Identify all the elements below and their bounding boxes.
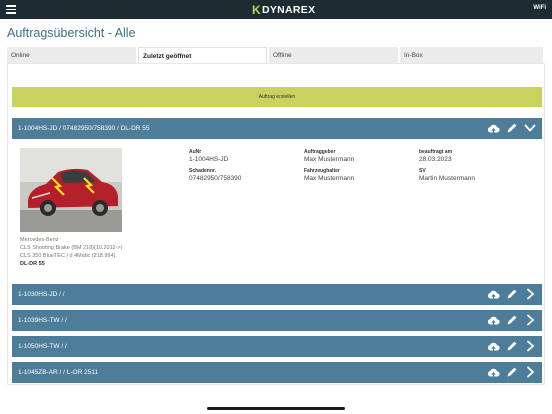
order-title: 1-1004HS-JD / 07482950/758390 / DL-DR 55 bbox=[18, 125, 150, 132]
vehicle-model: CLS Shooting Brake (BM 218)(10.2012->) bbox=[20, 245, 123, 251]
field-schadennr: Schadennr. 07482950/758390 bbox=[189, 168, 242, 182]
page-title: Auftragsübersicht - Alle bbox=[7, 26, 136, 40]
edit-pencil-icon[interactable] bbox=[506, 340, 518, 352]
vehicle-make: Mercedes-Benz bbox=[20, 237, 59, 243]
top-bar: K DYNAREX WiFi bbox=[0, 0, 552, 19]
tab-content: Auftrag erstellen 1-1004HS-JD / 07482950… bbox=[7, 63, 545, 385]
order-header[interactable]: 1-1045ZB-AR / / L-OR 2511 bbox=[12, 362, 542, 383]
home-indicator[interactable] bbox=[207, 407, 345, 410]
create-order-button[interactable]: Auftrag erstellen bbox=[12, 87, 542, 107]
chevron-down-icon[interactable] bbox=[524, 122, 536, 134]
order-title: 1-1050HS-TW / / bbox=[18, 343, 67, 350]
order-detail: Mercedes-Benz CLS Shooting Brake (BM 218… bbox=[12, 140, 542, 278]
order-header[interactable]: 1-1039HS-TW / / bbox=[12, 310, 542, 331]
tab-zuletzt-geoeffnet[interactable]: Zuletzt geöffnet bbox=[138, 47, 267, 63]
field-auftraggeber: Auftraggeber Max Mustermann bbox=[304, 149, 355, 163]
chevron-right-icon[interactable] bbox=[524, 288, 536, 300]
vehicle-variant: CLS 350 BlueTEC / d 4Matic (218.994) bbox=[20, 253, 116, 259]
chevron-right-icon[interactable] bbox=[524, 314, 536, 326]
menu-icon[interactable] bbox=[6, 5, 16, 14]
wifi-status: WiFi bbox=[533, 5, 546, 11]
order-header[interactable]: 1-1050HS-TW / / bbox=[12, 336, 542, 357]
edit-pencil-icon[interactable] bbox=[506, 288, 518, 300]
vehicle-info: Mercedes-Benz CLS Shooting Brake (BM 218… bbox=[20, 236, 123, 268]
field-fahrzeughalter: Fahrzeughalter Max Mustermann bbox=[304, 168, 355, 182]
order-title: 1-1039HS-TW / / bbox=[18, 317, 67, 324]
field-beauftragt-am: beauftragt am 28.03.2023 bbox=[419, 149, 453, 163]
cloud-upload-icon[interactable] bbox=[487, 123, 500, 134]
cloud-upload-icon[interactable] bbox=[487, 367, 500, 378]
order-title: 1-1045ZB-AR / / L-OR 2511 bbox=[18, 369, 99, 376]
edit-pencil-icon[interactable] bbox=[506, 366, 518, 378]
field-aunr: AuNr 1-1004HS-JD bbox=[189, 149, 229, 163]
edit-pencil-icon[interactable] bbox=[506, 314, 518, 326]
tab-bar: Online Zuletzt geöffnet Offline In-Box bbox=[7, 47, 545, 63]
cloud-upload-icon[interactable] bbox=[487, 315, 500, 326]
tab-offline[interactable]: Offline bbox=[269, 47, 398, 63]
cloud-upload-icon[interactable] bbox=[487, 341, 500, 352]
vehicle-photo bbox=[20, 148, 122, 232]
chevron-right-icon[interactable] bbox=[524, 340, 536, 352]
order-header[interactable]: 1-1030HS-JD / / bbox=[12, 284, 542, 305]
tab-inbox[interactable]: In-Box bbox=[400, 47, 543, 63]
cloud-upload-icon[interactable] bbox=[487, 289, 500, 300]
order-header[interactable]: 1-1004HS-JD / 07482950/758390 / DL-DR 55 bbox=[12, 118, 542, 139]
edit-pencil-icon[interactable] bbox=[506, 122, 518, 134]
chevron-right-icon[interactable] bbox=[524, 366, 536, 378]
tab-online[interactable]: Online bbox=[7, 47, 136, 63]
app-logo: K DYNAREX bbox=[252, 2, 316, 17]
order-title: 1-1030HS-JD / / bbox=[18, 291, 65, 298]
field-sv: SV Martin Mustermann bbox=[419, 168, 475, 182]
vehicle-plate: DL-DR 55 bbox=[20, 261, 45, 267]
